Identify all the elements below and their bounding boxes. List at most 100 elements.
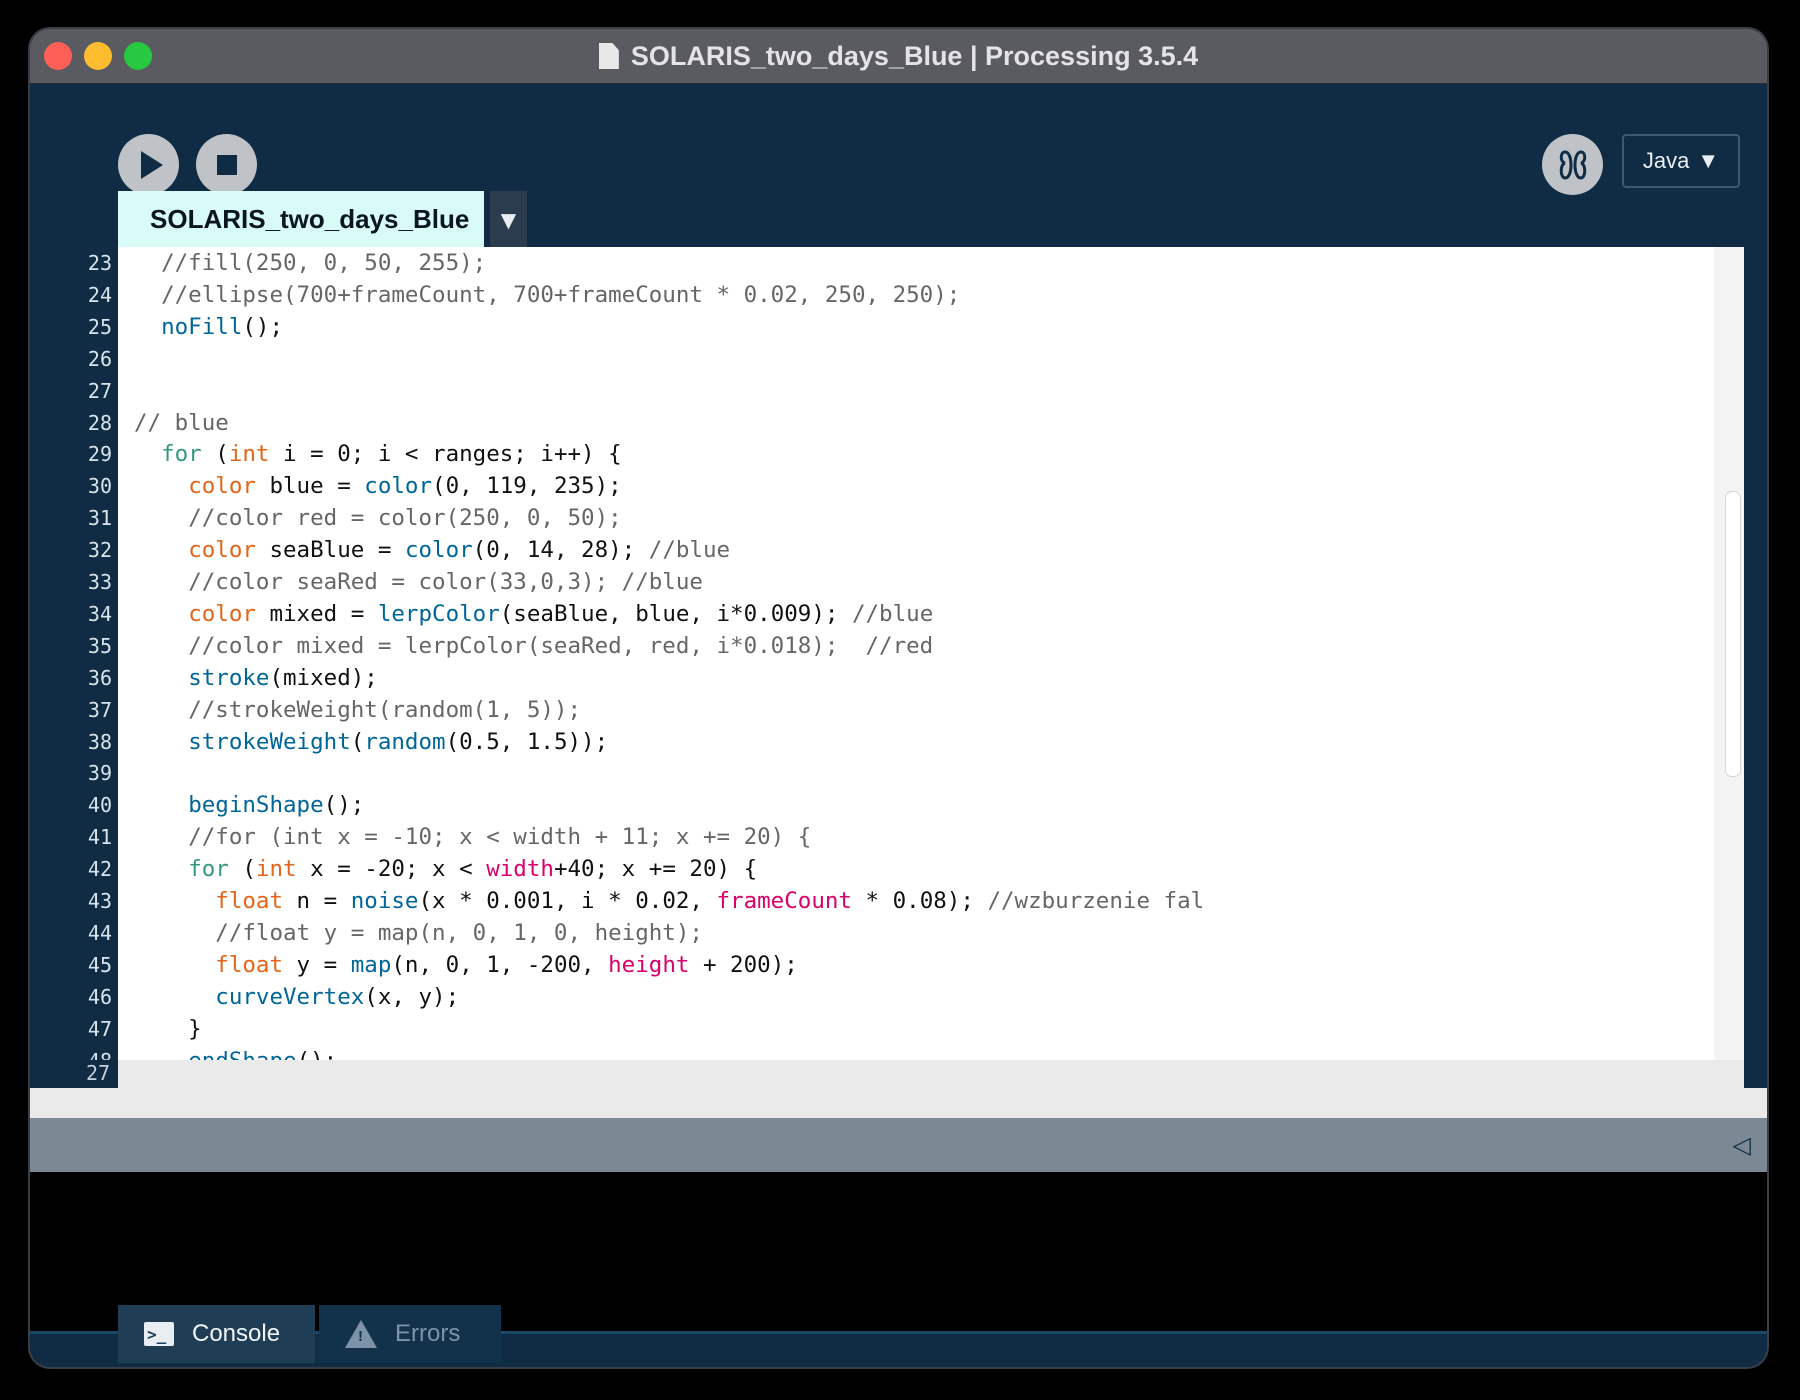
line-number: 33: [87, 570, 112, 594]
code-token: +40; x += 20) {: [553, 856, 758, 883]
code-token: //ellipse(700+frameCount, 700+frameCount…: [161, 281, 961, 308]
line-number: 43: [87, 889, 112, 913]
code-line[interactable]: 26: [30, 343, 1767, 375]
code-token: color: [404, 537, 473, 564]
code-token: //fill(250, 0, 50, 255);: [161, 250, 487, 276]
line-number: 31: [87, 506, 112, 531]
code-line[interactable]: 32 color seaBlue = color(0, 14, 28); //b…: [30, 534, 1767, 566]
code-line[interactable]: 30 color blue = color(0, 119, 235);: [30, 470, 1767, 502]
code-token: (0, 14, 28);: [472, 537, 649, 564]
line-number: 32: [87, 538, 112, 563]
code-line[interactable]: 44 //float y = map(n, 0, 1, 0, height);: [30, 917, 1767, 949]
vertical-scrollbar-thumb[interactable]: [1725, 491, 1741, 777]
chevron-down-icon: ▼: [1697, 148, 1720, 173]
code-line[interactable]: 23 //fill(250, 0, 50, 255);: [30, 247, 1767, 279]
code-line[interactable]: 35 //color mixed = lerpColor(seaRed, red…: [30, 630, 1767, 662]
code-token: seaBlue =: [255, 537, 405, 564]
line-number: 23: [87, 251, 112, 275]
debugger-button[interactable]: [1542, 134, 1603, 195]
code-text: }: [134, 1013, 202, 1045]
code-token: map: [350, 951, 392, 978]
code-line[interactable]: 43 float n = noise(x * 0.001, i * 0.02, …: [30, 885, 1767, 917]
line-number: 24: [87, 282, 112, 307]
code-line[interactable]: 39: [30, 757, 1767, 789]
line-number: 34: [87, 601, 112, 626]
code-line[interactable]: 29 for (int i = 0; i < ranges; i++) {: [30, 438, 1767, 470]
code-text: curveVertex(x, y);: [134, 981, 459, 1013]
code-line[interactable]: 24 //ellipse(700+frameCount, 700+frameCo…: [30, 279, 1767, 311]
code-line[interactable]: 33 //color seaRed = color(33,0,3); //blu…: [30, 566, 1767, 598]
code-token: color: [188, 537, 256, 564]
horizontal-scrollbar[interactable]: [118, 1060, 1744, 1088]
errors-tab[interactable]: ! Errors: [319, 1305, 501, 1363]
code-token: strokeWeight: [188, 728, 351, 755]
line-number: 28: [87, 410, 112, 435]
stop-icon: [216, 154, 237, 175]
line-number: 26: [87, 346, 112, 371]
code-token: color: [188, 600, 256, 627]
code-line[interactable]: 42 for (int x = -20; x < width+40; x += …: [30, 853, 1767, 885]
processing-window: SOLARIS_two_days_Blue | Processing 3.5.4…: [30, 29, 1767, 1367]
code-text: color blue = color(0, 119, 235);: [134, 470, 622, 502]
code-line[interactable]: 46 curveVertex(x, y);: [30, 981, 1767, 1013]
title-bar: SOLARIS_two_days_Blue | Processing 3.5.4: [30, 29, 1767, 84]
code-token: //strokeWeight(random(1, 5));: [188, 696, 582, 723]
code-text: for (int i = 0; i < ranges; i++) {: [134, 438, 622, 470]
ghost-line-number: 27: [86, 1061, 111, 1085]
code-line[interactable]: 40 beginShape();: [30, 789, 1767, 821]
code-line[interactable]: 27: [30, 375, 1767, 407]
tab-menu-button[interactable]: ▼: [490, 191, 527, 248]
tab-sketch[interactable]: SOLARIS_two_days_Blue: [118, 191, 484, 248]
stop-button[interactable]: [196, 134, 257, 195]
code-token: stroke: [188, 664, 270, 691]
code-line[interactable]: 36 stroke(mixed);: [30, 662, 1767, 694]
console-tab[interactable]: >_ Console: [118, 1305, 315, 1363]
code-line[interactable]: 47 }: [30, 1013, 1767, 1045]
code-text: strokeWeight(random(0.5, 1.5));: [134, 726, 608, 758]
code-line[interactable]: 38 strokeWeight(random(0.5, 1.5));: [30, 726, 1767, 758]
code-token: }: [134, 1015, 202, 1042]
code-line[interactable]: 25 noFill();: [30, 311, 1767, 343]
mode-label: Java: [1642, 148, 1690, 173]
line-number: 40: [87, 793, 112, 818]
code-token: (: [350, 728, 365, 755]
code-text: noFill();: [134, 311, 283, 343]
line-number: 39: [87, 761, 112, 786]
status-message-bar: ◁: [30, 1118, 1767, 1172]
code-token: //color mixed = lerpColor(seaRed, red, i…: [188, 632, 934, 659]
code-token: noise: [350, 888, 419, 914]
code-line[interactable]: 37 //strokeWeight(random(1, 5));: [30, 694, 1767, 726]
code-text: //float y = map(n, 0, 1, 0, height);: [134, 917, 703, 949]
code-token: //color seaRed = color(33,0,3); //blue: [188, 569, 703, 595]
code-line[interactable]: 45 float y = map(n, 0, 1, -200, height +…: [30, 949, 1767, 981]
line-number: 38: [87, 729, 112, 754]
code-line[interactable]: 34 color mixed = lerpColor(seaBlue, blue…: [30, 598, 1767, 630]
code-line[interactable]: 41 //for (int x = -10; x < width + 11; x…: [30, 821, 1767, 853]
editor-bottom-bar: [30, 1088, 1767, 1118]
code-text: for (int x = -20; x < width+40; x += 20)…: [134, 853, 757, 885]
errors-tab-label: Errors: [395, 1320, 461, 1347]
code-token: frameCount: [716, 888, 852, 914]
code-token: color: [188, 473, 256, 500]
code-line[interactable]: 31 //color red = color(250, 0, 50);: [30, 502, 1767, 534]
collapse-console-icon[interactable]: ◁: [1733, 1131, 1751, 1159]
line-number: 35: [87, 633, 112, 658]
code-line[interactable]: 28 // blue: [30, 407, 1767, 439]
code-text: float y = map(n, 0, 1, -200, height + 20…: [134, 949, 798, 981]
run-button[interactable]: [118, 134, 179, 195]
code-token: n =: [283, 888, 351, 914]
code-text: //color mixed = lerpColor(seaRed, red, i…: [134, 630, 933, 662]
tab-label: SOLARIS_two_days_Blue: [150, 204, 470, 234]
mode-selector[interactable]: Java ▼: [1622, 134, 1740, 188]
code-token: //blue: [648, 537, 731, 564]
